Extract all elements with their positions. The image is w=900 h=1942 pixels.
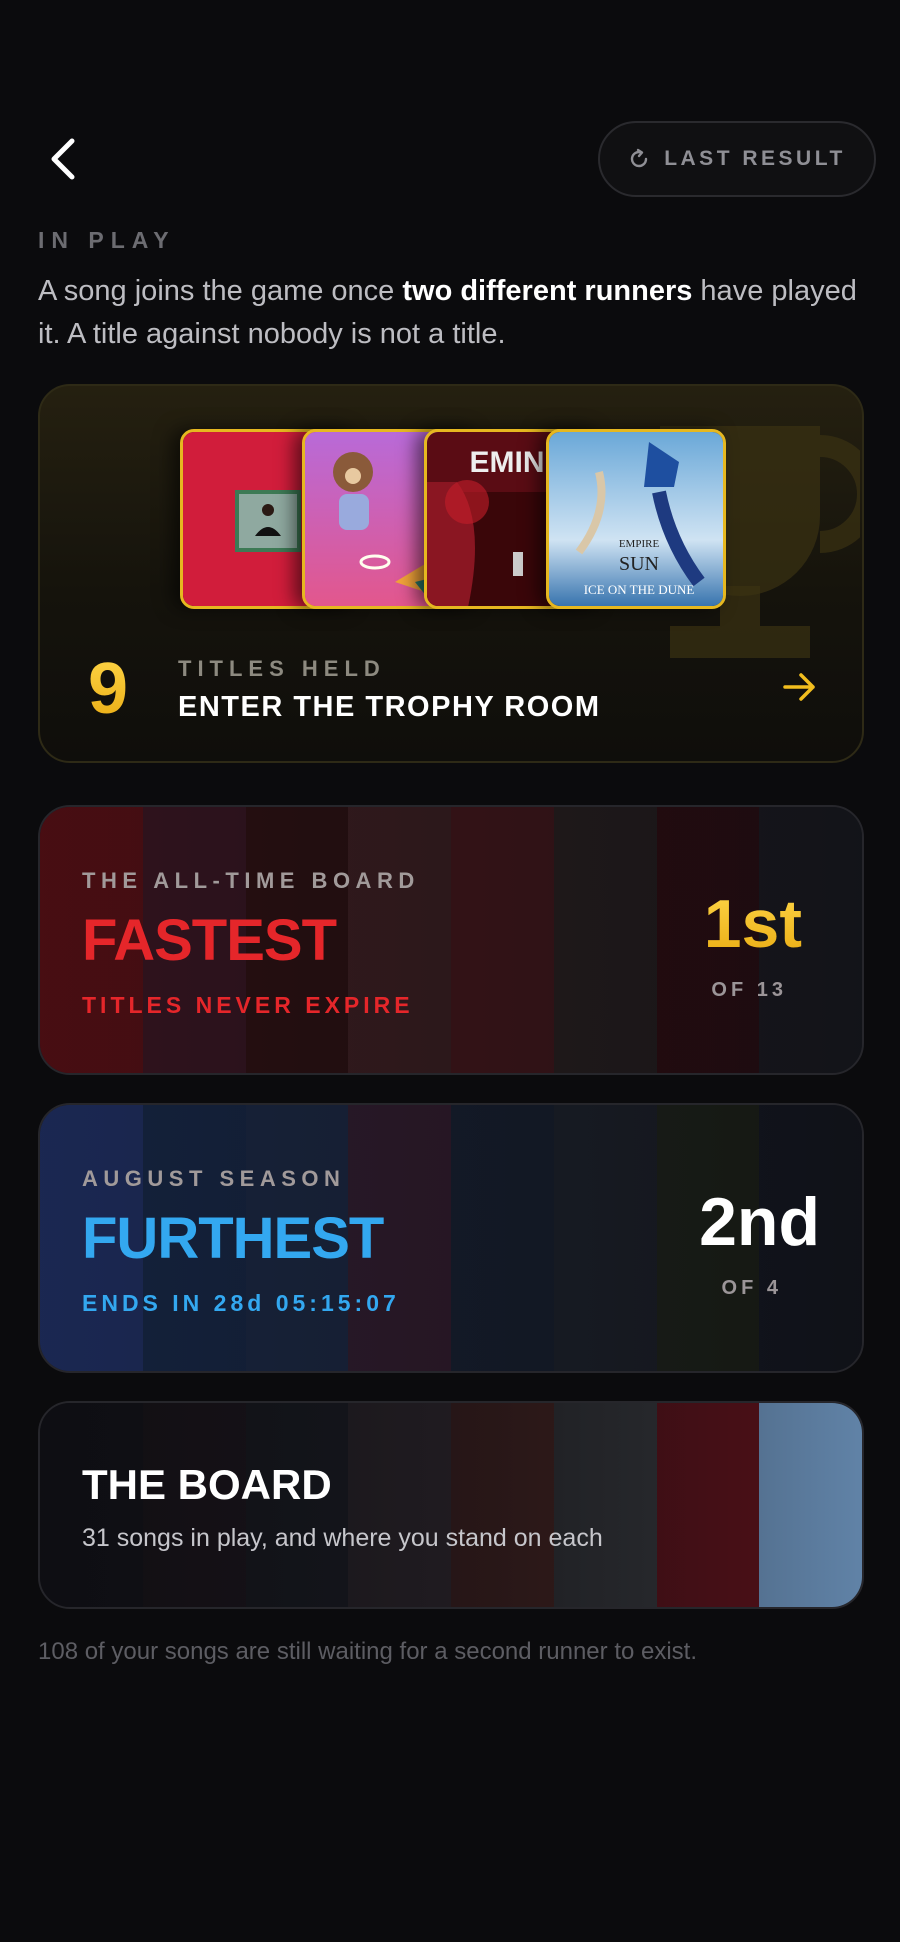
titles-held-label: TITLES HELD [178,656,386,681]
last-result-button[interactable]: LAST RESULT [598,121,876,197]
chevron-left-icon [51,138,75,180]
rank-total: OF 4 [721,1277,782,1299]
board-headline: FASTEST [82,908,337,973]
trophy-room-cta: ENTER THE TROPHY ROOM [178,691,601,723]
footnote: 108 of your songs are still waiting for … [38,1638,698,1665]
section-label: IN PLAY [38,227,176,253]
titles-count: 9 [88,649,129,729]
rank-total: OF 13 [711,979,787,1001]
empire-of-the-sun-cover: EMPIRE SUN ICE ON THE DUNE [546,429,726,609]
rank-value: 2nd [699,1184,820,1260]
svg-text:SUN: SUN [619,553,659,575]
rank-value: 1st [703,886,802,962]
board-eyebrow: THE ALL-TIME BOARD [82,868,420,893]
svg-text:EMPIRE: EMPIRE [619,538,660,550]
intro-emphasis: two different runners [402,275,693,307]
intro-text: A song joins the game once two different… [38,270,858,356]
board-headline: FURTHEST [82,1206,384,1271]
empire-cover-text: ICE ON THE DUNE [584,582,695,597]
back-button[interactable] [38,132,88,186]
the-board-card[interactable]: THE BOARD 31 songs in play, and where yo… [38,1401,864,1609]
refresh-icon [631,148,648,168]
season-board-card[interactable]: AUGUST SEASON FURTHEST ENDS IN 28d 05:15… [38,1103,864,1373]
arrow-right-icon [783,673,815,701]
last-result-label: LAST RESULT [664,147,846,170]
all-time-board-card[interactable]: THE ALL-TIME BOARD FASTEST TITLES NEVER … [38,805,864,1075]
the-board-subtitle: 31 songs in play, and where you stand on… [82,1524,603,1552]
board-eyebrow: AUGUST SEASON [82,1166,346,1191]
intro-prefix: A song joins the game once [38,275,403,307]
board-subtitle: TITLES NEVER EXPIRE [82,992,414,1018]
the-board-title: THE BOARD [82,1461,332,1508]
board-subtitle: ENDS IN 28d 05:15:07 [82,1290,400,1316]
trophy-room-card[interactable]: EMINE EMPIRE SUN ICE ON THE DUNE 9 TITLE… [38,384,864,763]
